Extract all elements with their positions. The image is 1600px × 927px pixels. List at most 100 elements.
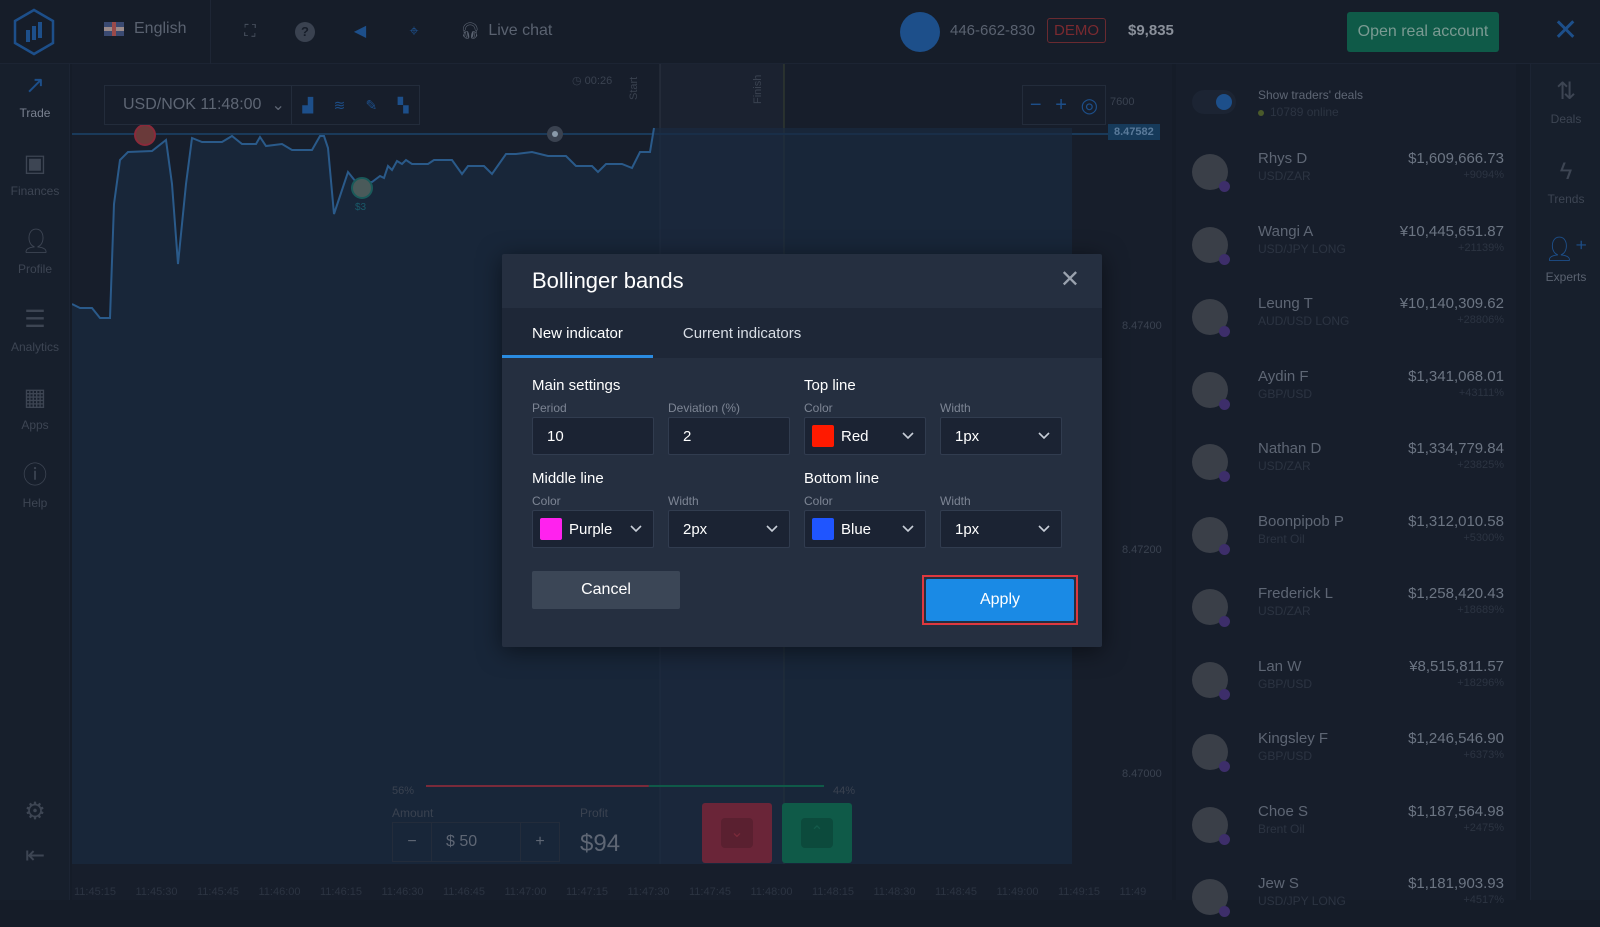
zoom-in-button[interactable]: + bbox=[1055, 94, 1067, 117]
middle-line-color-select[interactable]: Purple bbox=[532, 510, 654, 548]
close-icon[interactable]: ✕ bbox=[1553, 16, 1578, 46]
trader-profit: $1,258,420.43 bbox=[1408, 585, 1504, 602]
language-label: English bbox=[134, 20, 187, 37]
nav-item-trade[interactable]: ↗ Trade bbox=[0, 72, 70, 120]
top-line-color-select[interactable]: Red bbox=[804, 417, 926, 455]
zoom-out-button[interactable]: − bbox=[1030, 94, 1042, 117]
cancel-button[interactable]: Cancel bbox=[532, 571, 680, 609]
trader-name: Boonpipob P bbox=[1258, 512, 1344, 530]
apply-button[interactable]: Apply bbox=[926, 579, 1074, 621]
trader-row[interactable]: Nathan D USD/ZAR $1,334,779.84 +23825% bbox=[1192, 440, 1504, 492]
trader-avatar bbox=[1192, 806, 1230, 845]
trader-pair: GBP/USD bbox=[1258, 676, 1313, 691]
bottom-line-color-select[interactable]: Blue bbox=[804, 510, 926, 548]
deviation-input[interactable]: 2 bbox=[668, 417, 790, 455]
trade-marker-up[interactable] bbox=[351, 177, 373, 199]
increase-amount-button[interactable]: + bbox=[521, 833, 559, 851]
trader-name: Jew S bbox=[1258, 875, 1299, 892]
nav-item-trends[interactable]: ϟ Trends bbox=[1531, 158, 1600, 206]
trader-avatar bbox=[1192, 589, 1230, 627]
indicators-icon[interactable]: ≋ bbox=[324, 97, 356, 114]
bottom-line-heading: Bottom line bbox=[804, 470, 880, 487]
buy-up-button[interactable]: ⌃ bbox=[782, 803, 852, 863]
online-count: 10789 online bbox=[1258, 105, 1339, 119]
trader-name: Wangi A bbox=[1258, 222, 1314, 240]
trader-percent: +21139% bbox=[1458, 241, 1504, 254]
select-value: 2px bbox=[683, 520, 708, 538]
nav-label: Experts bbox=[1545, 270, 1587, 284]
trader-pair: USD/ZAR bbox=[1258, 459, 1311, 473]
trader-row[interactable]: Lan W GBP/USD ¥8,515,811.57 +18296% bbox=[1192, 658, 1504, 710]
select-value: Blue bbox=[841, 520, 872, 538]
language-selector[interactable]: English bbox=[104, 20, 186, 38]
live-chat-button[interactable]: 🎧︎ Live chat bbox=[460, 21, 552, 41]
layout-icon[interactable]: ▚ bbox=[387, 97, 419, 114]
x-tick: 11:45:45 bbox=[197, 886, 240, 898]
tab-new-indicator[interactable]: New indicator bbox=[502, 308, 653, 358]
trader-row[interactable]: Boonpipob P Brent Oil $1,312,010.58 +5300% bbox=[1192, 513, 1504, 565]
trader-row[interactable]: Jew S USD/JPY LONG $1,181,903.93 +4517% bbox=[1192, 875, 1504, 927]
show-traders-deals: Show traders' deals 10789 online bbox=[1192, 88, 1492, 119]
logo-icon[interactable] bbox=[12, 8, 56, 56]
top-line-width-select[interactable]: 1px bbox=[940, 417, 1062, 455]
trader-row[interactable]: Wangi A USD/JPY LONG ¥10,445,651.87 +21139% bbox=[1192, 223, 1504, 275]
tab-current-indicators[interactable]: Current indicators bbox=[653, 308, 831, 358]
period-input[interactable]: 10 bbox=[532, 417, 654, 455]
decrease-amount-button[interactable]: − bbox=[393, 833, 431, 851]
nav-item-analytics[interactable]: ☰ Analytics bbox=[0, 306, 70, 354]
x-tick: 11:48:45 bbox=[935, 886, 978, 898]
middle-line-width-select[interactable]: 2px bbox=[668, 510, 790, 548]
nav-item-finances[interactable]: ▣ Finances bbox=[0, 150, 70, 198]
amount-stepper: − $ 50 + bbox=[392, 822, 560, 862]
trader-pair: AUD/USD LONG bbox=[1258, 314, 1350, 328]
trader-pair: GBP/USD bbox=[1258, 749, 1313, 763]
current-price-tag: 8.47582 bbox=[1108, 124, 1160, 140]
trader-row[interactable]: Leung T AUD/USD LONG ¥10,140,309.62 +28806% bbox=[1192, 295, 1504, 347]
chart-type-icon[interactable]: ▟ bbox=[292, 97, 324, 114]
settings-button[interactable]: ⚙ bbox=[0, 798, 70, 832]
show-deals-toggle[interactable] bbox=[1192, 90, 1236, 114]
trader-percent: +9094% bbox=[1463, 169, 1504, 181]
select-value: 1px bbox=[955, 520, 980, 538]
target-icon[interactable]: ◎ bbox=[1081, 93, 1098, 118]
demo-badge[interactable]: DEMO bbox=[1047, 18, 1106, 43]
x-tick: 11:48:30 bbox=[873, 886, 916, 898]
nav-item-deals[interactable]: ⇅ Deals bbox=[1531, 78, 1600, 126]
logout-button[interactable]: ⇤ bbox=[0, 842, 70, 876]
deviation-label: Deviation (%) bbox=[668, 401, 741, 415]
trader-avatar bbox=[1192, 879, 1230, 917]
x-tick: 11:48:00 bbox=[750, 886, 793, 898]
trader-row[interactable]: Choe S Brent Oil $1,187,564.98 +2475% bbox=[1192, 803, 1504, 855]
bottom-line-width-select[interactable]: 1px bbox=[940, 510, 1062, 548]
trader-percent: +6373% bbox=[1463, 749, 1504, 761]
trader-row[interactable]: Aydin F GBP/USD $1,341,068.01 +43111% bbox=[1192, 368, 1504, 420]
asset-selector[interactable]: USD/NOK 11:48:00 ⌄ bbox=[105, 86, 292, 124]
trader-avatar bbox=[1192, 371, 1230, 410]
trade-marker-down[interactable] bbox=[134, 124, 156, 146]
trader-percent: +43111% bbox=[1458, 386, 1504, 399]
nav-item-apps[interactable]: ▦ Apps bbox=[0, 384, 70, 432]
pencil-icon[interactable]: ✎ bbox=[355, 97, 387, 114]
crosshair-icon[interactable]: ⌖ bbox=[404, 22, 424, 42]
sound-icon[interactable]: ◀ bbox=[350, 22, 370, 42]
fullscreen-icon[interactable]: ⛶ bbox=[240, 22, 260, 42]
trader-row[interactable]: Frederick L USD/ZAR $1,258,420.43 +18689% bbox=[1192, 585, 1504, 637]
trader-pair: Brent Oil bbox=[1258, 821, 1305, 836]
user-avatar[interactable] bbox=[900, 12, 940, 52]
trader-avatar bbox=[1192, 516, 1230, 555]
open-real-account-button[interactable]: Open real account bbox=[1347, 12, 1499, 52]
x-tick: 11:46:45 bbox=[443, 886, 486, 898]
trader-name: Aydin F bbox=[1258, 367, 1309, 385]
amount-input[interactable]: $ 50 bbox=[431, 823, 521, 861]
close-icon[interactable]: ✕ bbox=[1060, 268, 1080, 292]
nav-item-experts[interactable]: 👤︎⁺ Experts bbox=[1531, 236, 1600, 284]
trader-row[interactable]: Kingsley F GBP/USD $1,246,546.90 +6373% bbox=[1192, 730, 1504, 782]
nav-item-help[interactable]: ⓘ Help bbox=[0, 462, 70, 510]
down-percent: 56% bbox=[392, 785, 415, 797]
sell-down-button[interactable]: ⌄ bbox=[702, 803, 772, 863]
trader-row[interactable]: Rhys D USD/ZAR $1,609,666.73 +9094% bbox=[1192, 150, 1504, 202]
nav-item-profile[interactable]: 👤︎ Profile bbox=[0, 228, 70, 276]
y-tick: 7600 bbox=[1110, 96, 1135, 108]
help-icon[interactable]: ? bbox=[295, 22, 315, 42]
dialog-header: Bollinger bands ✕ bbox=[502, 254, 1102, 308]
